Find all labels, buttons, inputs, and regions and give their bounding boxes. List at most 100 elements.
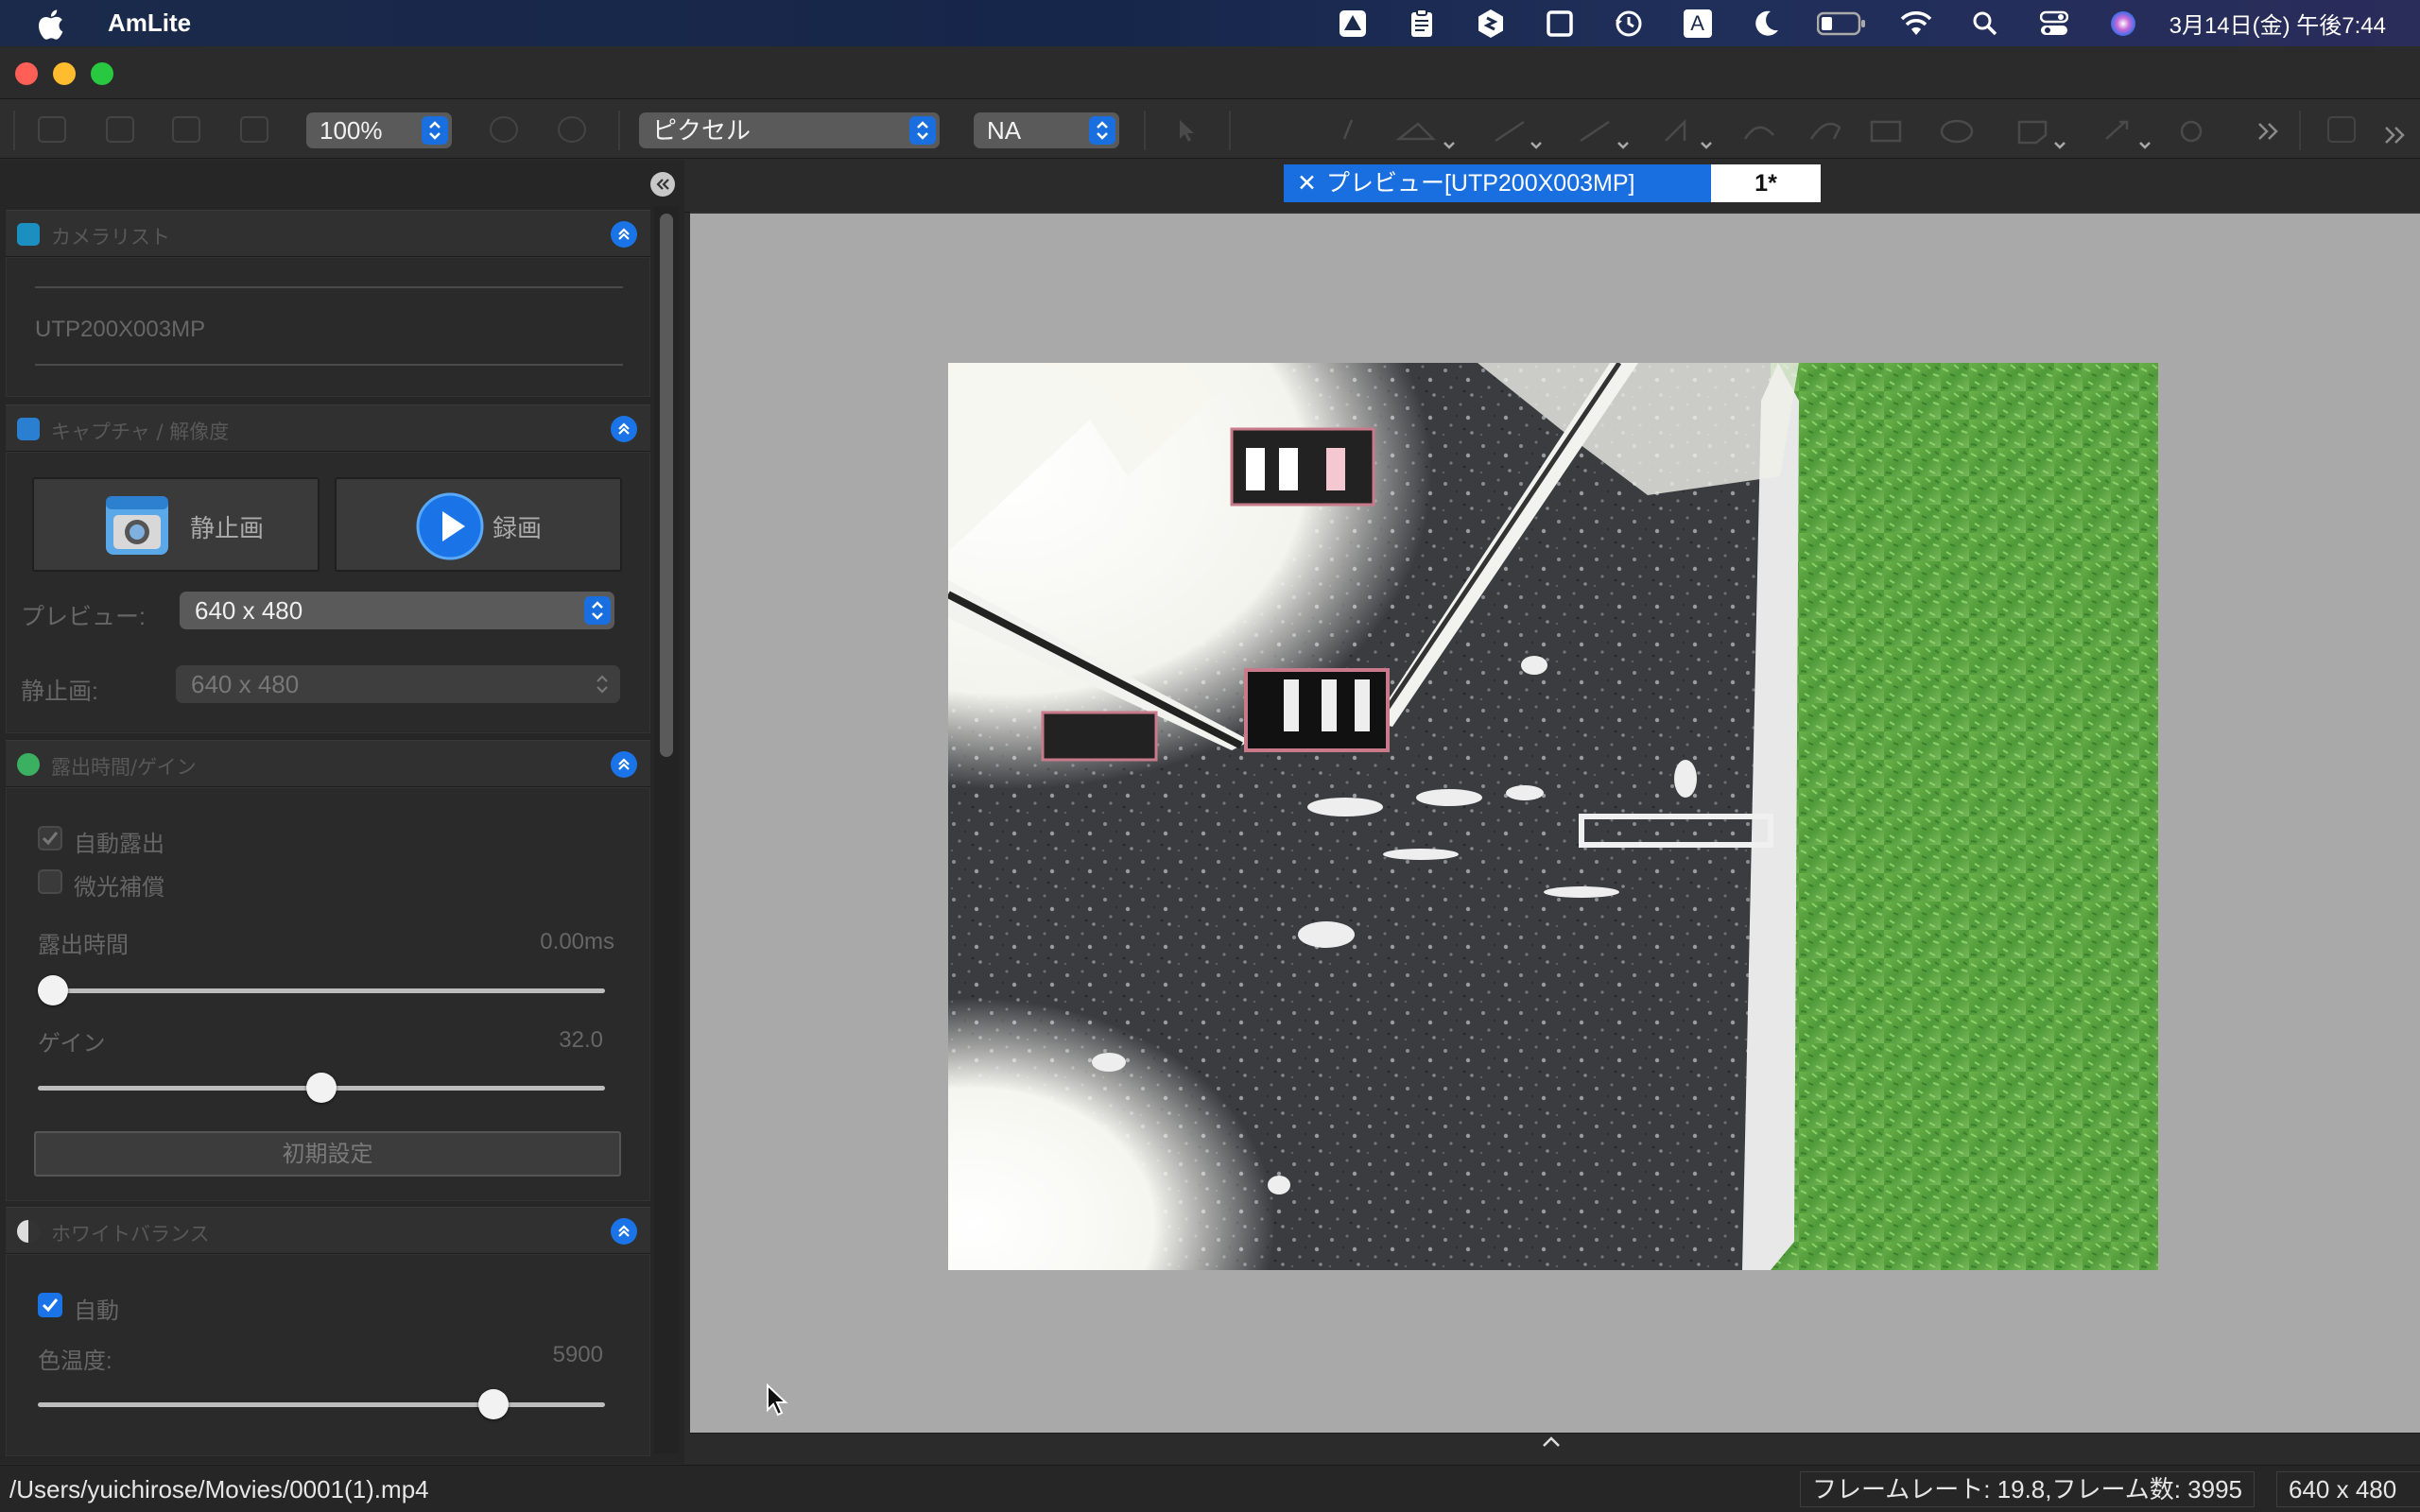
checkmark-icon — [42, 1298, 59, 1313]
unit-value: ピクセル — [652, 116, 752, 145]
still-capture-label: 静止画 — [190, 515, 265, 543]
still-resolution-select[interactable]: 640 x 480 — [176, 665, 620, 703]
reset-defaults-button[interactable]: 初期設定 — [34, 1131, 621, 1177]
color-temp-slider-knob[interactable] — [477, 1389, 509, 1419]
camera-list-icon — [17, 223, 40, 246]
status-bar: /Users/yuichirose/Movies/0001(1).mp4 フレー… — [0, 1465, 2420, 1512]
toolbar-separator — [618, 111, 620, 150]
print-icon[interactable] — [240, 116, 268, 143]
white-balance-auto-checkbox[interactable] — [38, 1293, 62, 1317]
toolbar: 100% ピクセル NA — [0, 99, 2420, 159]
camera-list-header[interactable]: カメラリスト — [6, 210, 650, 257]
unit-select[interactable]: ピクセル — [639, 112, 940, 148]
new-file-icon[interactable] — [106, 116, 134, 143]
time-machine-icon[interactable] — [1610, 7, 1648, 41]
lens-select[interactable]: NA — [974, 112, 1119, 148]
low-light-label: 微光補償 — [74, 875, 164, 901]
close-tab-icon[interactable]: ✕ — [1297, 170, 1317, 197]
tab-preview[interactable]: ✕ プレビュー[UTP200X003MP] — [1284, 164, 1711, 202]
drive-icon[interactable] — [1334, 7, 1372, 41]
window-close-button[interactable] — [15, 62, 38, 85]
still-resolution-value: 640 x 480 — [191, 670, 300, 698]
camera-device-item[interactable]: UTP200X003MP — [35, 317, 205, 343]
measurement-tools-icon[interactable] — [1248, 111, 2307, 152]
color-temp-slider[interactable] — [38, 1402, 605, 1407]
auto-exposure-checkbox[interactable] — [38, 826, 62, 850]
toolbar-overflow-icon[interactable] — [2382, 126, 2411, 145]
updown-chevron-icon — [1089, 116, 1115, 145]
toolbar-separator — [1229, 111, 1231, 150]
status-resolution: 640 x 480 — [2276, 1471, 2420, 1507]
exposure-time-slider-knob[interactable] — [38, 975, 68, 1005]
low-light-checkbox[interactable] — [38, 869, 62, 894]
window-minimize-button[interactable] — [53, 62, 76, 85]
gain-label: ゲイン — [38, 1031, 106, 1057]
wifi-icon[interactable] — [1897, 7, 1935, 41]
tab-preview-label: プレビュー[UTP200X003MP] — [1325, 170, 1635, 197]
still-resolution-label: 静止画: — [21, 679, 98, 705]
tab-capture-1[interactable]: 1* — [1711, 164, 1821, 202]
section-collapse-icon[interactable] — [611, 1218, 637, 1245]
control-center-icon[interactable] — [2035, 7, 2073, 41]
info-icon[interactable] — [558, 116, 586, 143]
frame-icon[interactable] — [1541, 7, 1579, 41]
chevron-up-icon[interactable] — [1541, 1435, 1562, 1450]
auto-exposure-label: 自動露出 — [74, 832, 164, 857]
shortcut-icon[interactable] — [1472, 7, 1510, 41]
battery-icon[interactable] — [1816, 7, 1866, 41]
exposure-icon — [17, 753, 40, 776]
title-bar — [0, 46, 2420, 99]
divider — [35, 364, 623, 366]
capture-header[interactable]: キャプチャ / 解像度 — [6, 404, 650, 452]
panel-scrollbar-thumb[interactable] — [660, 214, 673, 757]
updown-chevron-icon — [596, 675, 608, 694]
still-capture-button[interactable]: 静止画 — [32, 477, 320, 572]
exposure-time-label: 露出時間 — [38, 933, 129, 958]
input-method-icon[interactable]: A — [1679, 7, 1717, 41]
apple-menu-icon[interactable] — [36, 0, 91, 46]
toolbar-separator — [2299, 111, 2301, 150]
settings-icon[interactable] — [490, 116, 518, 143]
window-zoom-button[interactable] — [91, 62, 113, 85]
save-icon[interactable] — [172, 116, 200, 143]
record-button[interactable]: 録画 — [335, 477, 622, 572]
toolbar-separator — [1144, 111, 1146, 150]
preview-resolution-label: プレビュー: — [21, 604, 146, 630]
exposure-title: 露出時間/ゲイン — [51, 756, 197, 779]
zoom-select[interactable]: 100% — [306, 112, 452, 148]
clipboard-icon[interactable] — [1403, 7, 1441, 41]
spotlight-icon[interactable] — [1966, 7, 2004, 41]
open-file-icon[interactable] — [38, 116, 66, 143]
color-temp-label: 色温度: — [38, 1349, 112, 1374]
updown-chevron-icon — [909, 116, 936, 145]
app-name-menu[interactable]: AmLite — [108, 9, 191, 38]
collapse-panel-button[interactable] — [650, 172, 675, 197]
exposure-time-slider[interactable] — [38, 988, 605, 993]
preview-resolution-value: 640 x 480 — [195, 596, 303, 625]
camera-icon — [104, 494, 170, 557]
export-icon[interactable] — [2327, 116, 2356, 143]
siri-icon[interactable] — [2104, 7, 2142, 41]
white-balance-header[interactable]: ホワイトバランス — [6, 1207, 650, 1254]
gain-slider-knob[interactable] — [306, 1073, 337, 1103]
pointer-tool-icon[interactable] — [1172, 116, 1201, 143]
exposure-time-value: 0.00ms — [540, 929, 614, 954]
camera-preview-image — [948, 363, 2158, 1270]
play-icon — [416, 492, 484, 564]
section-collapse-icon[interactable] — [611, 416, 637, 442]
status-file-path: /Users/yuichirose/Movies/0001(1).mp4 — [9, 1475, 429, 1503]
preview-resolution-select[interactable]: 640 x 480 — [180, 592, 614, 629]
capture-title: キャプチャ / 解像度 — [51, 421, 230, 443]
section-collapse-icon[interactable] — [611, 751, 637, 778]
white-balance-auto-label: 自動 — [74, 1298, 119, 1324]
menubar-clock[interactable]: 3月14日(金) 午後7:44 — [2169, 7, 2386, 40]
section-collapse-icon[interactable] — [611, 221, 637, 248]
double-chevron-left-icon — [656, 179, 669, 190]
camera-list-title: カメラリスト — [51, 226, 170, 249]
status-frame-info: フレームレート: 19.8,フレーム数: 3995 — [1800, 1471, 2256, 1507]
white-balance-title: ホワイトバランス — [51, 1223, 210, 1246]
record-label: 録画 — [493, 515, 543, 543]
moon-icon[interactable] — [1748, 7, 1786, 41]
exposure-header[interactable]: 露出時間/ゲイン — [6, 740, 650, 787]
gain-value: 32.0 — [559, 1027, 603, 1053]
